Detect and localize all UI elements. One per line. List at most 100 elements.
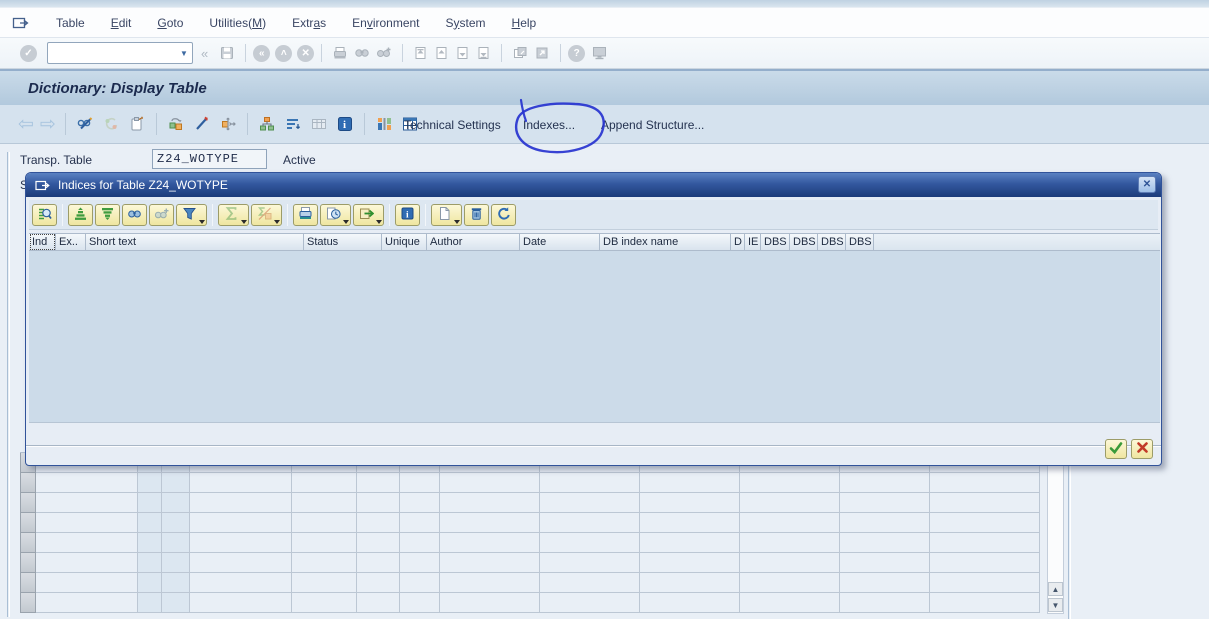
table-cell[interactable] (400, 573, 440, 593)
command-field[interactable]: ▼ (47, 42, 193, 64)
table-cell[interactable] (357, 553, 400, 573)
table-cell[interactable] (640, 553, 740, 573)
find-next-icon[interactable] (376, 45, 392, 61)
table-cell[interactable] (740, 533, 840, 553)
table-cell[interactable] (840, 533, 930, 553)
table-cell[interactable] (190, 553, 292, 573)
table-cell[interactable] (162, 493, 190, 513)
refresh-icon[interactable] (102, 115, 120, 133)
table-cell[interactable] (840, 473, 930, 493)
table-cell[interactable] (190, 493, 292, 513)
column-header-author[interactable]: Author (427, 233, 520, 251)
table-cell[interactable] (36, 513, 138, 533)
ok-button[interactable] (1105, 439, 1127, 459)
table-cell[interactable] (840, 493, 930, 513)
enter-icon[interactable]: ✓ (20, 45, 37, 62)
sort-icon[interactable] (284, 115, 302, 133)
table-cell[interactable] (640, 493, 740, 513)
transp-table-field[interactable]: Z24_WOTYPE (152, 149, 267, 169)
column-header-ind[interactable]: Ind (29, 233, 56, 251)
menu-help[interactable]: Help (499, 12, 550, 34)
command-dropdown-icon[interactable]: ▼ (176, 49, 192, 58)
table-cell[interactable] (190, 573, 292, 593)
table-cell[interactable] (540, 493, 640, 513)
find-button[interactable] (122, 204, 147, 226)
table-contents-icon[interactable] (310, 115, 328, 133)
table-cell[interactable] (930, 493, 1040, 513)
row-selector[interactable] (20, 553, 36, 573)
table-cell[interactable] (540, 533, 640, 553)
table-cell[interactable] (640, 473, 740, 493)
table-cell[interactable] (540, 593, 640, 613)
table-cell[interactable] (138, 533, 162, 553)
gui-settings-icon[interactable] (591, 45, 608, 61)
menu-edit[interactable]: Edit (98, 12, 145, 34)
column-header-d[interactable]: D (731, 233, 745, 251)
table-cell[interactable] (357, 573, 400, 593)
column-header-date[interactable]: Date (520, 233, 600, 251)
table-cell[interactable] (162, 473, 190, 493)
table-cell[interactable] (400, 533, 440, 553)
hierarchy-icon[interactable] (258, 115, 276, 133)
table-cell[interactable] (440, 573, 540, 593)
table-cell[interactable] (292, 473, 357, 493)
table-cell[interactable] (138, 513, 162, 533)
table-cell[interactable] (138, 593, 162, 613)
table-cell[interactable] (640, 573, 740, 593)
column-header-unique[interactable]: Unique (382, 233, 427, 251)
table-cell[interactable] (440, 473, 540, 493)
table-cell[interactable] (740, 573, 840, 593)
table-cell[interactable] (400, 553, 440, 573)
menu-table[interactable]: Table (43, 12, 98, 34)
table-cell[interactable] (930, 573, 1040, 593)
column-header-ie[interactable]: IE (745, 233, 761, 251)
table-cell[interactable] (400, 513, 440, 533)
table-cell[interactable] (36, 573, 138, 593)
collapse-icon[interactable]: « (201, 46, 208, 61)
export-button[interactable] (353, 204, 384, 226)
table-cell[interactable] (440, 533, 540, 553)
technical-settings-button[interactable]: Technical Settings (400, 105, 505, 144)
filter-button[interactable] (176, 204, 207, 226)
menu-goto[interactable]: Goto (144, 12, 196, 34)
row-selector[interactable] (20, 593, 36, 613)
table-cell[interactable] (540, 553, 640, 573)
column-header-dbs-3[interactable]: DBS (818, 233, 846, 251)
row-selector[interactable] (20, 473, 36, 493)
table-cell[interactable] (36, 473, 138, 493)
table-cell[interactable] (292, 573, 357, 593)
navigate-icon[interactable] (219, 115, 237, 133)
table-cell[interactable] (292, 593, 357, 613)
table-cell[interactable] (162, 593, 190, 613)
table-cell[interactable] (540, 513, 640, 533)
forward-icon[interactable]: ⇨ (40, 115, 56, 134)
runtime-object-icon[interactable] (375, 115, 393, 133)
subtotals-button[interactable] (251, 204, 282, 226)
table-cell[interactable] (400, 593, 440, 613)
dialog-titlebar[interactable]: Indices for Table Z24_WOTYPE ✕ (26, 173, 1161, 197)
table-cell[interactable] (930, 593, 1040, 613)
table-cell[interactable] (540, 573, 640, 593)
table-cell[interactable] (840, 513, 930, 533)
find-icon[interactable] (354, 45, 370, 61)
table-cell[interactable] (440, 593, 540, 613)
table-cell[interactable] (292, 533, 357, 553)
grid-body-empty[interactable] (29, 251, 1160, 423)
sort-descending-button[interactable] (95, 204, 120, 226)
table-cell[interactable] (440, 553, 540, 573)
refresh-button[interactable] (491, 204, 516, 226)
table-cell[interactable] (740, 513, 840, 533)
table-cell[interactable] (292, 513, 357, 533)
table-cell[interactable] (740, 493, 840, 513)
print-icon[interactable] (332, 45, 348, 61)
delete-button[interactable] (464, 204, 489, 226)
column-header-dbs-1[interactable]: DBS (761, 233, 790, 251)
info-button[interactable]: i (395, 204, 420, 226)
row-selector[interactable] (20, 493, 36, 513)
table-cell[interactable] (740, 593, 840, 613)
save-icon[interactable] (219, 45, 235, 61)
column-header-dbs-2[interactable]: DBS (790, 233, 818, 251)
table-cell[interactable] (162, 513, 190, 533)
menu-environment[interactable]: Environment (339, 12, 432, 34)
table-cell[interactable] (357, 473, 400, 493)
